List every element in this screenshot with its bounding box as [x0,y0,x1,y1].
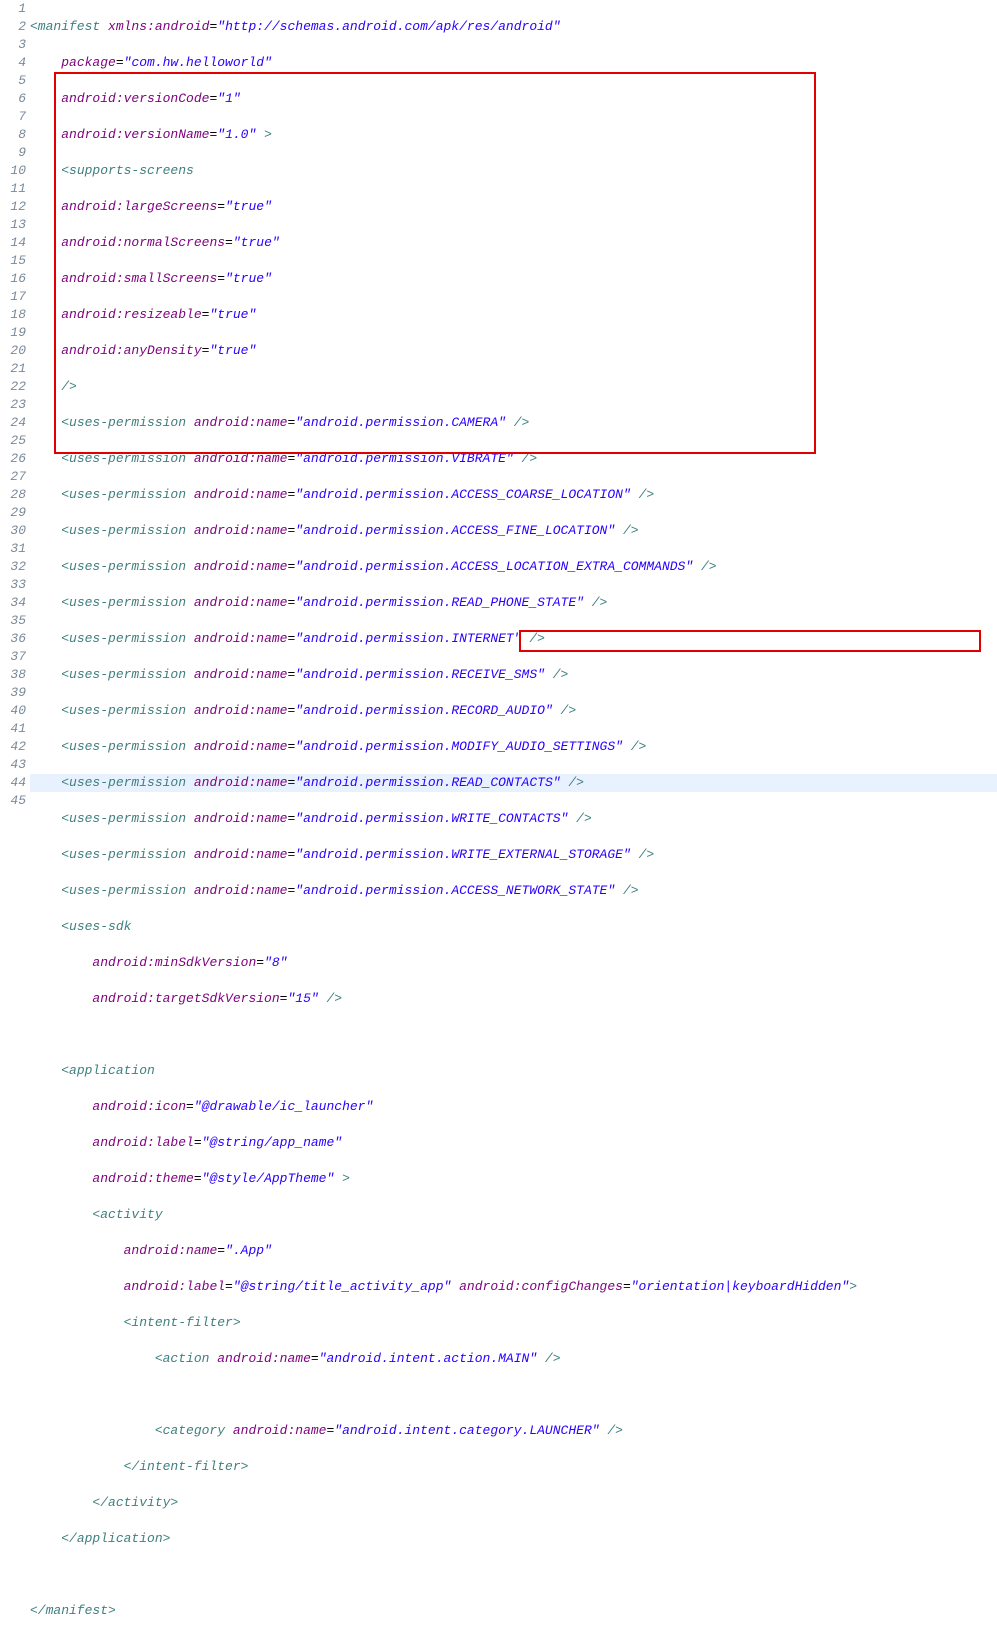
line-number: 32 [0,558,26,576]
code-line: <uses-permission android:name="android.p… [30,846,997,864]
line-number: 5 [0,72,26,90]
code-line: <uses-permission android:name="android.p… [30,522,997,540]
code-line: android:label="@string/title_activity_ap… [30,1278,997,1296]
code-line: /> [30,378,997,396]
line-number: 2 [0,18,26,36]
line-number: 16 [0,270,26,288]
line-number: 23 [0,396,26,414]
line-number: 10 [0,162,26,180]
line-number: 9 [0,144,26,162]
code-line: <uses-sdk [30,918,997,936]
line-number: 18 [0,306,26,324]
code-line: package="com.hw.helloworld" [30,54,997,72]
code-line: android:targetSdkVersion="15" /> [30,990,997,1008]
code-line: <uses-permission android:name="android.p… [30,666,997,684]
code-line: <intent-filter> [30,1314,997,1332]
code-line: android:largeScreens="true" [30,198,997,216]
code-line: android:icon="@drawable/ic_launcher" [30,1098,997,1116]
code-line: <category android:name="android.intent.c… [30,1422,997,1440]
line-number: 8 [0,126,26,144]
code-line: <uses-permission android:name="android.p… [30,414,997,432]
code-line: <uses-permission android:name="android.p… [30,450,997,468]
line-number: 15 [0,252,26,270]
line-number-gutter: 1 2 3 4 5 6 7 8 9 10 11 12 13 14 15 16 1… [0,0,30,1632]
code-line: android:minSdkVersion="8" [30,954,997,972]
line-number: 13 [0,216,26,234]
line-number: 12 [0,198,26,216]
code-line [30,1566,997,1584]
line-number: 22 [0,378,26,396]
code-line: <uses-permission android:name="android.p… [30,594,997,612]
line-number: 17 [0,288,26,306]
line-number: 33 [0,576,26,594]
line-number: 40 [0,702,26,720]
code-editor: 1 2 3 4 5 6 7 8 9 10 11 12 13 14 15 16 1… [0,0,997,1632]
line-number: 35 [0,612,26,630]
line-number: 26 [0,450,26,468]
code-line: <supports-screens [30,162,997,180]
code-line: <uses-permission android:name="android.p… [30,630,997,648]
code-line: <uses-permission android:name="android.p… [30,738,997,756]
line-number: 36 [0,630,26,648]
code-line: <manifest xmlns:android="http://schemas.… [30,18,997,36]
line-number: 39 [0,684,26,702]
line-number: 45 [0,792,26,810]
line-number: 19 [0,324,26,342]
code-line: </manifest> [30,1602,997,1620]
line-number: 43 [0,756,26,774]
line-number: 37 [0,648,26,666]
code-line: <uses-permission android:name="android.p… [30,558,997,576]
code-line: android:smallScreens="true" [30,270,997,288]
line-number: 24 [0,414,26,432]
code-line: android:resizeable="true" [30,306,997,324]
line-number: 3 [0,36,26,54]
code-line: <activity [30,1206,997,1224]
line-number: 34 [0,594,26,612]
code-line: <uses-permission android:name="android.p… [30,486,997,504]
line-number: 4 [0,54,26,72]
code-line [30,1386,997,1404]
line-number: 7 [0,108,26,126]
line-number: 29 [0,504,26,522]
line-number: 42 [0,738,26,756]
line-number: 44 [0,774,26,792]
code-line: <uses-permission android:name="android.p… [30,810,997,828]
line-number: 1 [0,0,26,18]
line-number: 20 [0,342,26,360]
line-number: 25 [0,432,26,450]
code-line: </activity> [30,1494,997,1512]
code-area[interactable]: <manifest xmlns:android="http://schemas.… [30,0,997,1632]
line-number: 6 [0,90,26,108]
line-number: 38 [0,666,26,684]
line-number: 27 [0,468,26,486]
line-number: 28 [0,486,26,504]
code-line: <application [30,1062,997,1080]
code-line: <uses-permission android:name="android.p… [30,882,997,900]
code-line: android:theme="@style/AppTheme" > [30,1170,997,1188]
code-line: android:anyDensity="true" [30,342,997,360]
line-number: 21 [0,360,26,378]
code-line: <action android:name="android.intent.act… [30,1350,997,1368]
line-number: 41 [0,720,26,738]
line-number: 11 [0,180,26,198]
code-line: android:label="@string/app_name" [30,1134,997,1152]
code-line: <uses-permission android:name="android.p… [30,702,997,720]
code-line: android:versionCode="1" [30,90,997,108]
code-line-current: <uses-permission android:name="android.p… [30,774,997,792]
code-line [30,1026,997,1044]
line-number: 14 [0,234,26,252]
code-line: </intent-filter> [30,1458,997,1476]
code-line: android:normalScreens="true" [30,234,997,252]
code-line: </application> [30,1530,997,1548]
line-number: 30 [0,522,26,540]
code-line: android:name=".App" [30,1242,997,1260]
line-number: 31 [0,540,26,558]
code-line: android:versionName="1.0" > [30,126,997,144]
